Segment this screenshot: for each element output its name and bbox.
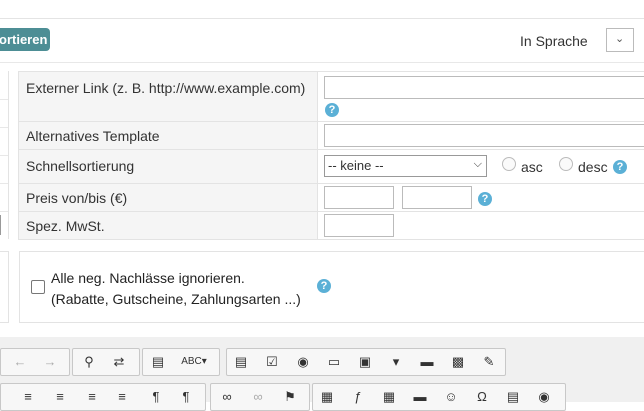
align-center-icon[interactable]: ≡ bbox=[51, 388, 69, 406]
alt-template-input[interactable] bbox=[324, 124, 644, 147]
asc-radio[interactable] bbox=[502, 157, 516, 171]
toolbar-group-find: ⚲ ⇄ bbox=[72, 348, 140, 376]
ignore-discounts-checkbox[interactable] bbox=[31, 280, 45, 294]
chevron-down-icon: ⌄ bbox=[615, 33, 625, 45]
alt-template-label: Alternatives Template bbox=[26, 128, 160, 144]
chevron-down-icon: ⌵ bbox=[473, 158, 482, 170]
help-icon[interactable]: ? bbox=[478, 192, 492, 206]
spellcheck-icon[interactable]: ABC▾ bbox=[179, 353, 209, 371]
form-icon[interactable]: ▤ bbox=[232, 353, 250, 371]
row-divider bbox=[19, 121, 644, 122]
price-from-input[interactable] bbox=[324, 186, 394, 209]
hiddenfield-icon[interactable]: ✎ bbox=[480, 353, 498, 371]
price-to-input[interactable] bbox=[402, 186, 472, 209]
align-right-icon[interactable]: ≡ bbox=[83, 388, 101, 406]
toolbar-group-history: ← → bbox=[0, 348, 70, 376]
justify-icon[interactable]: ≡ bbox=[113, 388, 131, 406]
radio-icon[interactable]: ◉ bbox=[294, 353, 312, 371]
button-icon[interactable]: ▬ bbox=[418, 353, 436, 371]
language-select[interactable]: ⌄ bbox=[606, 28, 634, 52]
ignore-discounts-label: Alle neg. Nachlässe ignorieren. bbox=[51, 270, 245, 286]
rtl-icon[interactable]: ¶ bbox=[177, 388, 195, 406]
hr-icon[interactable]: ▬ bbox=[411, 388, 429, 406]
link-icon[interactable]: ∞ bbox=[218, 388, 236, 406]
imagebutton-icon[interactable]: ▩ bbox=[449, 353, 467, 371]
row-divider bbox=[19, 211, 644, 212]
toolbar-group-align: ≡ ≡ ≡ ≡ ¶ ¶ bbox=[0, 383, 206, 411]
help-icon[interactable]: ? bbox=[325, 103, 339, 117]
left-row-sep bbox=[0, 155, 8, 156]
desc-label: desc bbox=[578, 159, 608, 175]
table-icon[interactable]: ▦ bbox=[380, 388, 398, 406]
specialchar-icon[interactable]: Ω bbox=[473, 388, 491, 406]
image-icon[interactable]: ▦ bbox=[318, 388, 336, 406]
quick-sort-select[interactable]: -- keine -- ⌵ bbox=[324, 155, 487, 177]
template-icon[interactable]: ▤ bbox=[149, 353, 167, 371]
pagebreak-icon[interactable]: ▤ bbox=[504, 388, 522, 406]
anchor-icon[interactable]: ⚑ bbox=[281, 388, 299, 406]
textarea-icon[interactable]: ▣ bbox=[356, 353, 374, 371]
smiley-icon[interactable]: ☺ bbox=[442, 388, 460, 406]
left-input-edge bbox=[0, 215, 1, 235]
sort-button[interactable]: ortieren bbox=[0, 28, 50, 51]
toolbar-group-insert: ▦ ƒ ▦ ▬ ☺ Ω ▤ ◉ bbox=[312, 383, 566, 411]
left-row-sep bbox=[0, 183, 8, 184]
iframe-icon[interactable]: ◉ bbox=[535, 388, 553, 406]
row-divider bbox=[19, 239, 644, 240]
replace-icon[interactable]: ⇄ bbox=[110, 353, 128, 371]
toolbar-group-tools: ▤ ABC▾ bbox=[142, 348, 220, 376]
external-link-input[interactable] bbox=[324, 76, 644, 99]
header-divider bbox=[0, 62, 644, 63]
row-divider bbox=[19, 149, 644, 150]
quick-sort-value: -- keine -- bbox=[328, 158, 384, 173]
find-icon[interactable]: ⚲ bbox=[80, 353, 98, 371]
left-row-sep bbox=[0, 211, 8, 212]
left-row-sep bbox=[0, 127, 8, 128]
price-range-label: Preis von/bis (€) bbox=[26, 190, 128, 206]
select-icon[interactable]: ▾ bbox=[387, 353, 405, 371]
help-icon[interactable]: ? bbox=[613, 160, 627, 174]
ltr-icon[interactable]: ¶ bbox=[147, 388, 165, 406]
undo-icon[interactable]: ← bbox=[11, 353, 29, 371]
unlink-icon[interactable]: ∞ bbox=[249, 388, 267, 406]
textfield-icon[interactable]: ▭ bbox=[325, 353, 343, 371]
external-link-label: Externer Link (z. B. http://www.example.… bbox=[26, 80, 306, 96]
special-vat-input[interactable] bbox=[324, 214, 394, 237]
column-divider bbox=[317, 71, 318, 239]
top-divider bbox=[0, 18, 644, 19]
checkbox-icon[interactable]: ☑ bbox=[263, 353, 281, 371]
flash-icon[interactable]: ƒ bbox=[349, 388, 367, 406]
language-label: In Sprache bbox=[520, 33, 588, 49]
left-row-sep bbox=[0, 99, 8, 100]
discount-options-box bbox=[19, 251, 644, 323]
ignore-discounts-sublabel: (Rabatte, Gutscheine, Zahlungsarten ...) bbox=[51, 291, 301, 307]
align-left-icon[interactable]: ≡ bbox=[19, 388, 37, 406]
row-divider bbox=[19, 183, 644, 184]
left-panel-edge bbox=[0, 251, 9, 323]
toolbar-group-forms: ▤ ☑ ◉ ▭ ▣ ▾ ▬ ▩ ✎ bbox=[226, 348, 506, 376]
redo-icon[interactable]: → bbox=[41, 353, 59, 371]
desc-radio[interactable] bbox=[559, 157, 573, 171]
quick-sort-label: Schnellsortierung bbox=[26, 158, 135, 174]
help-icon[interactable]: ? bbox=[317, 279, 331, 293]
special-vat-label: Spez. MwSt. bbox=[26, 218, 105, 234]
asc-label: asc bbox=[521, 159, 543, 175]
toolbar-group-links: ∞ ∞ ⚑ bbox=[210, 383, 310, 411]
